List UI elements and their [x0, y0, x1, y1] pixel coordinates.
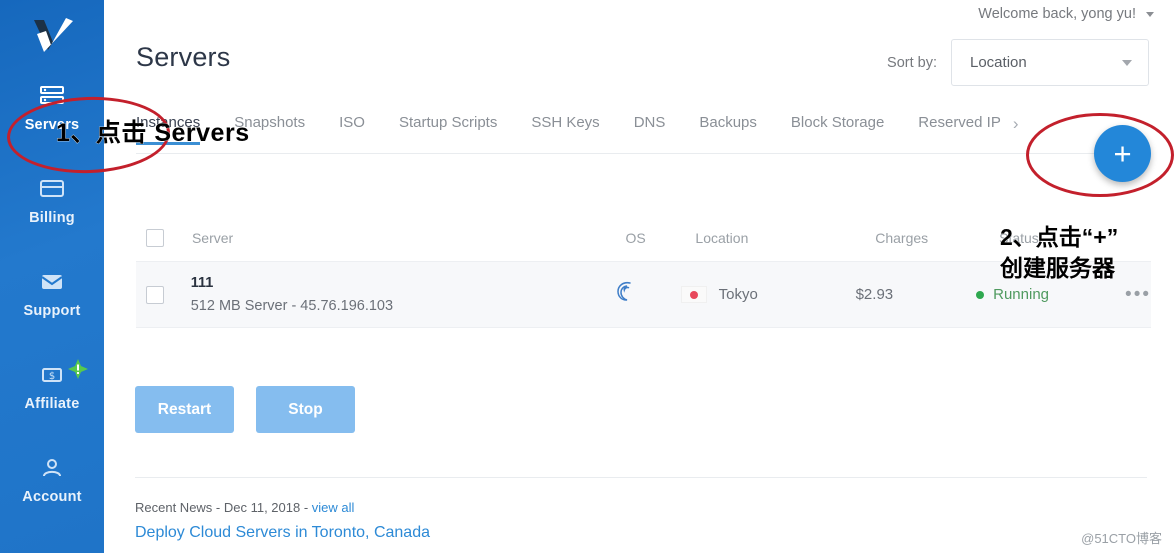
- server-name: 111: [190, 275, 214, 291]
- row-select-checkbox[interactable]: [146, 285, 164, 304]
- charges-value: $2.93: [855, 285, 894, 303]
- welcome-menu[interactable]: Welcome back, yong yu!: [978, 0, 1154, 28]
- sort-by-control: Sort by: Location: [887, 39, 1149, 86]
- column-header-os: OS: [625, 229, 646, 246]
- tab-divider: [136, 153, 1146, 154]
- svg-text:$: $: [49, 371, 55, 382]
- sidebar: Servers Billing Support $ Affiliate Acco…: [0, 0, 104, 553]
- sidebar-item-servers[interactable]: Servers: [0, 72, 104, 141]
- chevron-down-icon: [1146, 11, 1154, 17]
- vultr-servers-page: Servers Billing Support $ Affiliate Acco…: [0, 0, 1176, 553]
- sidebar-item-affiliate[interactable]: $ Affiliate: [0, 351, 104, 420]
- billing-card-icon: [38, 175, 66, 203]
- sort-by-value: Location: [970, 54, 1027, 71]
- location-cell: Tokyo: [680, 286, 856, 303]
- dollar-bill-icon: $: [38, 359, 88, 389]
- tab-backups[interactable]: Backups: [699, 114, 757, 145]
- stop-button[interactable]: Stop: [256, 386, 355, 433]
- row-actions-menu-icon[interactable]: •••: [1125, 285, 1151, 304]
- restart-button[interactable]: Restart: [135, 386, 234, 433]
- view-all-link[interactable]: view all: [312, 500, 355, 515]
- chevron-right-icon[interactable]: ›: [1013, 114, 1019, 134]
- column-header-location: Location: [695, 229, 749, 246]
- bulk-actions: Restart Stop: [135, 386, 355, 433]
- sidebar-item-label: Account: [22, 489, 82, 505]
- column-header-server: Server: [191, 229, 234, 246]
- status-badge: Running: [993, 286, 1050, 303]
- sidebar-item-label: Affiliate: [24, 396, 80, 412]
- charges-cell: $2.93: [856, 286, 977, 304]
- sort-by-label: Sort by:: [887, 54, 937, 71]
- select-all-checkbox[interactable]: [146, 228, 164, 247]
- sort-by-select[interactable]: Location: [951, 39, 1149, 86]
- status-dot-icon: [976, 290, 985, 299]
- tab-bar: Instances Snapshots ISO Startup Scripts …: [136, 114, 1096, 154]
- servers-table: Server OS Location Charges Status 111 51…: [136, 214, 1151, 328]
- chevron-down-icon: [1122, 59, 1132, 66]
- debian-icon: [613, 281, 639, 309]
- page-title: Servers: [136, 42, 231, 72]
- sidebar-item-label: Support: [23, 303, 81, 319]
- vultr-logo[interactable]: [0, 0, 104, 72]
- add-server-button[interactable]: +: [1094, 125, 1151, 182]
- server-details: 512 MB Server - 45.76.196.103: [190, 298, 394, 314]
- status-cell: Running: [976, 286, 1083, 303]
- table-header-row: Server OS Location Charges Status: [136, 214, 1151, 262]
- tab-reserved-ip[interactable]: Reserved IP: [918, 114, 1001, 145]
- table-row[interactable]: 111 512 MB Server - 45.76.196.103 Tokyo …: [136, 262, 1151, 328]
- tab-snapshots[interactable]: Snapshots: [234, 114, 305, 145]
- news-headline-link[interactable]: Deploy Cloud Servers in Toronto, Canada: [135, 524, 430, 542]
- tab-ssh-keys[interactable]: SSH Keys: [531, 114, 599, 145]
- server-cell: 111 512 MB Server - 45.76.196.103: [191, 275, 613, 314]
- affiliate-alert-badge-icon: [68, 359, 88, 379]
- column-header-status: Status: [999, 229, 1039, 246]
- tab-instances[interactable]: Instances: [136, 114, 201, 145]
- japan-flag-icon: [680, 286, 707, 303]
- sidebar-item-label: Billing: [29, 210, 75, 226]
- watermark: @51CTO博客: [1081, 531, 1162, 546]
- tab-dns[interactable]: DNS: [634, 114, 666, 145]
- recent-news-meta: Recent News - Dec 11, 2018 - view all: [135, 500, 354, 515]
- os-cell: [613, 279, 681, 310]
- plus-icon: +: [1113, 136, 1132, 171]
- envelope-icon: [38, 268, 66, 296]
- tab-iso[interactable]: ISO: [339, 114, 365, 145]
- footer-divider: [135, 477, 1147, 478]
- welcome-text: Welcome back, yong yu!: [978, 6, 1136, 22]
- sidebar-item-label: Servers: [24, 117, 80, 133]
- sidebar-item-billing[interactable]: Billing: [0, 165, 104, 234]
- person-icon: [38, 454, 66, 482]
- sidebar-item-account[interactable]: Account: [0, 444, 104, 513]
- location-value: Tokyo: [718, 286, 758, 303]
- tab-startup-scripts[interactable]: Startup Scripts: [399, 114, 497, 145]
- servers-icon: [38, 82, 66, 110]
- recent-news-date: Recent News - Dec 11, 2018 -: [135, 500, 312, 515]
- column-header-charges: Charges: [875, 229, 929, 246]
- tab-block-storage[interactable]: Block Storage: [791, 114, 884, 145]
- sidebar-item-support[interactable]: Support: [0, 258, 104, 327]
